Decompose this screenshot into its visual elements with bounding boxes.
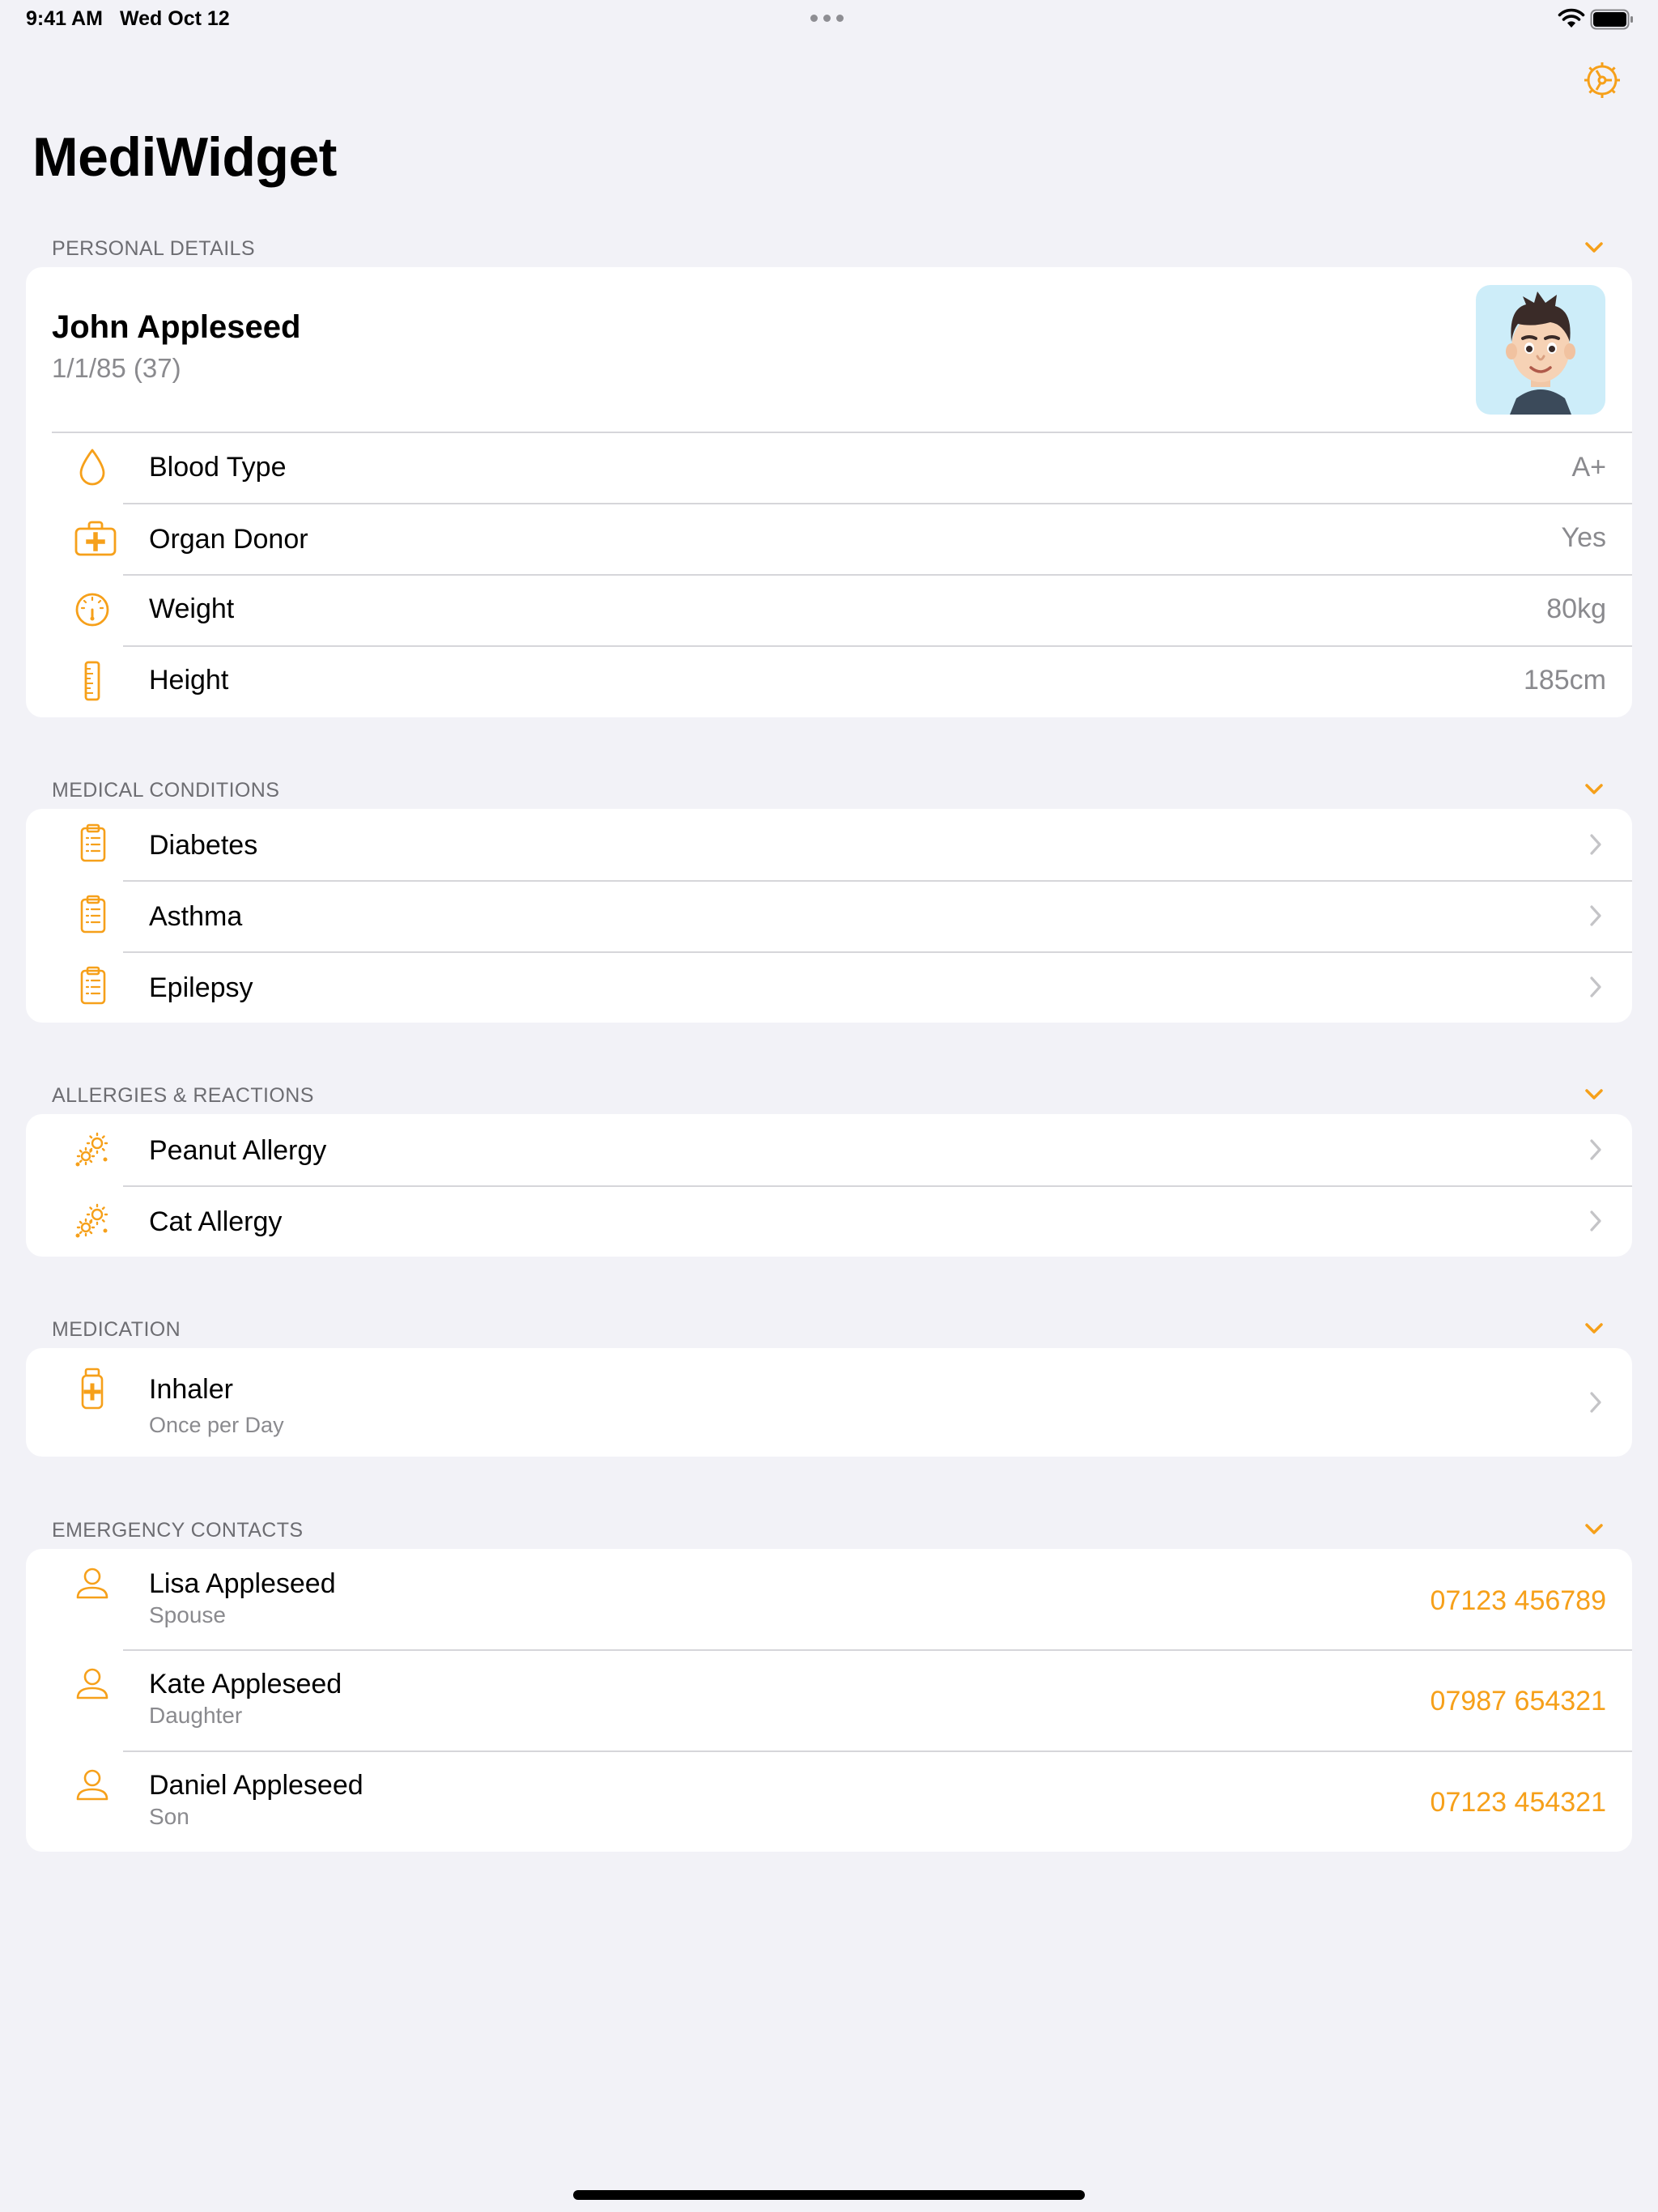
medication-card: Inhaler Once per Day <box>26 1348 1632 1457</box>
detail-value: 80kg <box>1546 593 1606 624</box>
section-header-personal-details: PERSONAL DETAILS <box>52 231 1606 263</box>
avatar[interactable] <box>1476 285 1605 415</box>
divider <box>123 503 1632 504</box>
status-bar: 9:41 AM Wed Oct 12 <box>0 0 1658 39</box>
chevron-right-icon <box>1590 1210 1601 1231</box>
section-title: PERSONAL DETAILS <box>52 237 255 260</box>
ruler-icon <box>84 661 100 701</box>
multitasking-dots-icon[interactable] <box>810 15 844 22</box>
detail-row-blood-type: Blood Type A+ <box>26 432 1632 503</box>
contact-phone-link[interactable]: 07123 456789 <box>1431 1585 1606 1617</box>
person-icon <box>76 1769 108 1801</box>
list-item[interactable]: Asthma <box>26 880 1632 951</box>
detail-label: Organ Donor <box>149 524 308 555</box>
section-header-allergies: ALLERGIES & REACTIONS <box>52 1078 1606 1110</box>
contact-relation: Daughter <box>149 1703 243 1728</box>
person-name: John Appleseed <box>52 309 301 345</box>
medical-bag-icon <box>74 521 117 556</box>
chevron-right-icon <box>1590 834 1601 855</box>
detail-value: A+ <box>1571 452 1606 483</box>
clipboard-icon <box>80 895 106 934</box>
section-title: MEDICAL CONDITIONS <box>52 779 280 802</box>
status-date: Wed Oct 12 <box>120 7 230 30</box>
divider <box>123 574 1632 576</box>
chevron-down-icon[interactable] <box>1582 1517 1606 1542</box>
contact-name: Kate Appleseed <box>149 1669 342 1699</box>
section-title: ALLERGIES & REACTIONS <box>52 1084 314 1107</box>
detail-label: Weight <box>149 593 235 624</box>
allergens-icon <box>75 1203 108 1238</box>
contact-row[interactable]: Lisa Appleseed Spouse 07123 456789 <box>26 1549 1632 1649</box>
divider <box>123 951 1632 953</box>
settings-gear-icon[interactable] <box>1581 59 1623 101</box>
detail-value: Yes <box>1561 522 1606 553</box>
chevron-right-icon <box>1590 905 1601 926</box>
chevron-right-icon <box>1590 1392 1601 1413</box>
contact-relation: Spouse <box>149 1602 226 1627</box>
medication-label: Inhaler <box>149 1374 233 1405</box>
person-icon <box>76 1668 108 1699</box>
home-indicator[interactable] <box>573 2190 1085 2200</box>
allergy-label: Cat Allergy <box>149 1206 283 1237</box>
section-title: MEDICATION <box>52 1318 181 1341</box>
detail-row-height: Height 185cm <box>26 645 1632 717</box>
clipboard-icon <box>80 966 106 1005</box>
pill-bottle-icon <box>81 1368 104 1410</box>
condition-label: Asthma <box>149 901 243 932</box>
divider <box>123 1750 1632 1752</box>
allergy-label: Peanut Allergy <box>149 1135 327 1166</box>
divider <box>123 1649 1632 1651</box>
detail-label: Height <box>149 665 229 696</box>
chevron-down-icon[interactable] <box>1582 777 1606 802</box>
chevron-down-icon[interactable] <box>1582 1083 1606 1107</box>
section-title: EMERGENCY CONTACTS <box>52 1519 304 1542</box>
person-icon <box>76 1568 108 1599</box>
allergens-icon <box>75 1132 108 1167</box>
contact-row[interactable]: Daniel Appleseed Son 07123 454321 <box>26 1750 1632 1852</box>
gauge-icon <box>75 593 109 627</box>
section-header-medical-conditions: MEDICAL CONDITIONS <box>52 772 1606 805</box>
chevron-down-icon[interactable] <box>1582 236 1606 260</box>
section-header-medication: MEDICATION <box>52 1312 1606 1344</box>
medical-conditions-card: Diabetes Asthma Epilepsy <box>26 809 1632 1023</box>
detail-label: Blood Type <box>149 452 287 483</box>
wifi-icon <box>1558 8 1585 28</box>
contact-name: Lisa Appleseed <box>149 1568 336 1599</box>
contact-relation: Son <box>149 1804 189 1829</box>
contact-phone-link[interactable]: 07987 654321 <box>1431 1686 1606 1717</box>
drop-icon <box>79 449 105 486</box>
contact-row[interactable]: Kate Appleseed Daughter 07987 654321 <box>26 1649 1632 1750</box>
list-item[interactable]: Diabetes <box>26 809 1632 880</box>
detail-row-weight: Weight 80kg <box>26 574 1632 645</box>
app-screen: 9:41 AM Wed Oct 12 MediWidget PERSONAL D… <box>0 0 1658 2212</box>
detail-value: 185cm <box>1523 665 1606 696</box>
chevron-down-icon[interactable] <box>1582 1317 1606 1341</box>
medication-detail: Once per Day <box>149 1413 284 1437</box>
divider <box>123 1185 1632 1187</box>
list-item[interactable]: Epilepsy <box>26 951 1632 1023</box>
list-item[interactable]: Peanut Allergy <box>26 1114 1632 1185</box>
memoji-avatar-icon <box>1506 291 1575 415</box>
page-title: MediWidget <box>32 126 337 188</box>
condition-label: Epilepsy <box>149 972 253 1003</box>
contact-phone-link[interactable]: 07123 454321 <box>1431 1787 1606 1819</box>
chevron-right-icon <box>1590 976 1601 998</box>
list-item[interactable]: Cat Allergy <box>26 1185 1632 1257</box>
condition-label: Diabetes <box>149 830 258 861</box>
divider <box>123 880 1632 882</box>
personal-details-card: John Appleseed 1/1/85 (37) Blood Type A+… <box>26 267 1632 717</box>
section-header-emergency-contacts: EMERGENCY CONTACTS <box>52 1512 1606 1545</box>
contact-name: Daniel Appleseed <box>149 1770 363 1801</box>
status-time: 9:41 AM <box>26 7 103 30</box>
detail-row-organ-donor: Organ Donor Yes <box>26 503 1632 574</box>
divider <box>123 645 1632 647</box>
battery-icon <box>1590 9 1633 30</box>
clipboard-icon <box>80 823 106 862</box>
allergies-card: Peanut Allergy Cat Allergy <box>26 1114 1632 1257</box>
person-dob: 1/1/85 (37) <box>52 353 181 383</box>
list-item[interactable]: Inhaler Once per Day <box>26 1348 1632 1457</box>
chevron-right-icon <box>1590 1139 1601 1160</box>
emergency-contacts-card: Lisa Appleseed Spouse 07123 456789 Kate … <box>26 1549 1632 1852</box>
